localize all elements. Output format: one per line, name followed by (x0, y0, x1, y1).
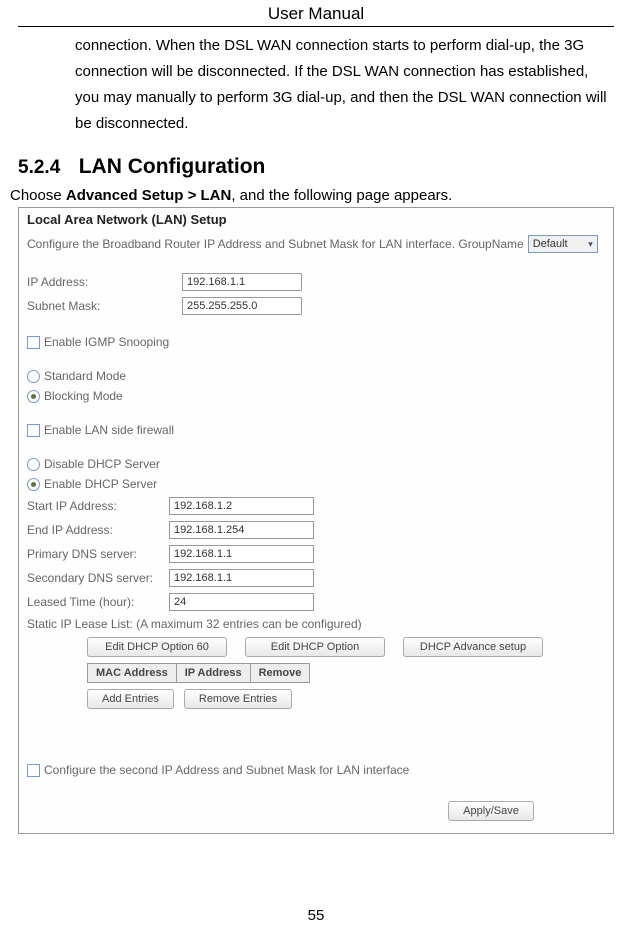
disable-dhcp-radio[interactable] (27, 458, 40, 471)
ip-address-label: IP Address: (27, 275, 182, 289)
subnet-mask-input[interactable]: 255.255.255.0 (182, 297, 302, 315)
body-paragraph: connection. When the DSL WAN connection … (0, 27, 632, 137)
blocking-mode-label: Blocking Mode (44, 389, 123, 403)
section-heading: 5.2.4 LAN Configuration (0, 137, 632, 187)
configure-text: Configure the Broadband Router IP Addres… (27, 237, 524, 251)
standard-mode-label: Standard Mode (44, 369, 126, 383)
apply-save-button[interactable]: Apply/Save (448, 801, 534, 821)
page-title: User Manual (18, 0, 614, 27)
firewall-checkbox[interactable] (27, 424, 40, 437)
add-entries-button[interactable]: Add Entries (87, 689, 174, 709)
section-number: 5.2.4 (18, 157, 60, 178)
lan-heading: Local Area Network (LAN) Setup (27, 212, 605, 227)
primary-dns-label: Primary DNS server: (27, 547, 169, 561)
firewall-label: Enable LAN side firewall (44, 423, 174, 437)
group-name-select[interactable]: Default ▾ (528, 235, 598, 253)
end-ip-input[interactable]: 192.168.1.254 (169, 521, 314, 539)
leased-time-input[interactable]: 24 (169, 593, 314, 611)
remove-entries-button[interactable]: Remove Entries (184, 689, 292, 709)
lease-table: MAC Address IP Address Remove (87, 663, 310, 683)
standard-mode-radio[interactable] (27, 370, 40, 383)
second-ip-label: Configure the second IP Address and Subn… (44, 763, 409, 777)
th-remove: Remove (250, 664, 310, 683)
start-ip-label: Start IP Address: (27, 499, 169, 513)
instruction-path: Advanced Setup > LAN (66, 187, 231, 204)
secondary-dns-input[interactable]: 192.168.1.1 (169, 569, 314, 587)
start-ip-input[interactable]: 192.168.1.2 (169, 497, 314, 515)
page-number: 55 (0, 907, 632, 924)
dhcp-advance-button[interactable]: DHCP Advance setup (403, 637, 543, 657)
blocking-mode-radio[interactable] (27, 390, 40, 403)
primary-dns-input[interactable]: 192.168.1.1 (169, 545, 314, 563)
edit-dhcp-60-button[interactable]: Edit DHCP Option 60 (87, 637, 227, 657)
edit-dhcp-button[interactable]: Edit DHCP Option (245, 637, 385, 657)
chevron-down-icon: ▾ (588, 239, 593, 250)
end-ip-label: End IP Address: (27, 523, 169, 537)
instruction-text: Choose Advanced Setup > LAN, and the fol… (0, 187, 632, 204)
subnet-mask-label: Subnet Mask: (27, 299, 182, 313)
enable-dhcp-label: Enable DHCP Server (44, 477, 157, 491)
static-lease-text: Static IP Lease List: (A maximum 32 entr… (27, 617, 362, 631)
group-name-value: Default (533, 238, 568, 250)
igmp-label: Enable IGMP Snooping (44, 335, 169, 349)
lan-screenshot: Local Area Network (LAN) Setup Configure… (18, 207, 614, 834)
section-title: LAN Configuration (79, 155, 266, 178)
disable-dhcp-label: Disable DHCP Server (44, 457, 160, 471)
second-ip-checkbox[interactable] (27, 764, 40, 777)
enable-dhcp-radio[interactable] (27, 478, 40, 491)
instruction-prefix: Choose (10, 187, 66, 204)
secondary-dns-label: Secondary DNS server: (27, 571, 169, 585)
th-mac: MAC Address (88, 664, 177, 683)
instruction-suffix: , and the following page appears. (231, 187, 452, 204)
ip-address-input[interactable]: 192.168.1.1 (182, 273, 302, 291)
igmp-checkbox[interactable] (27, 336, 40, 349)
leased-time-label: Leased Time (hour): (27, 595, 169, 609)
th-ip: IP Address (176, 664, 250, 683)
